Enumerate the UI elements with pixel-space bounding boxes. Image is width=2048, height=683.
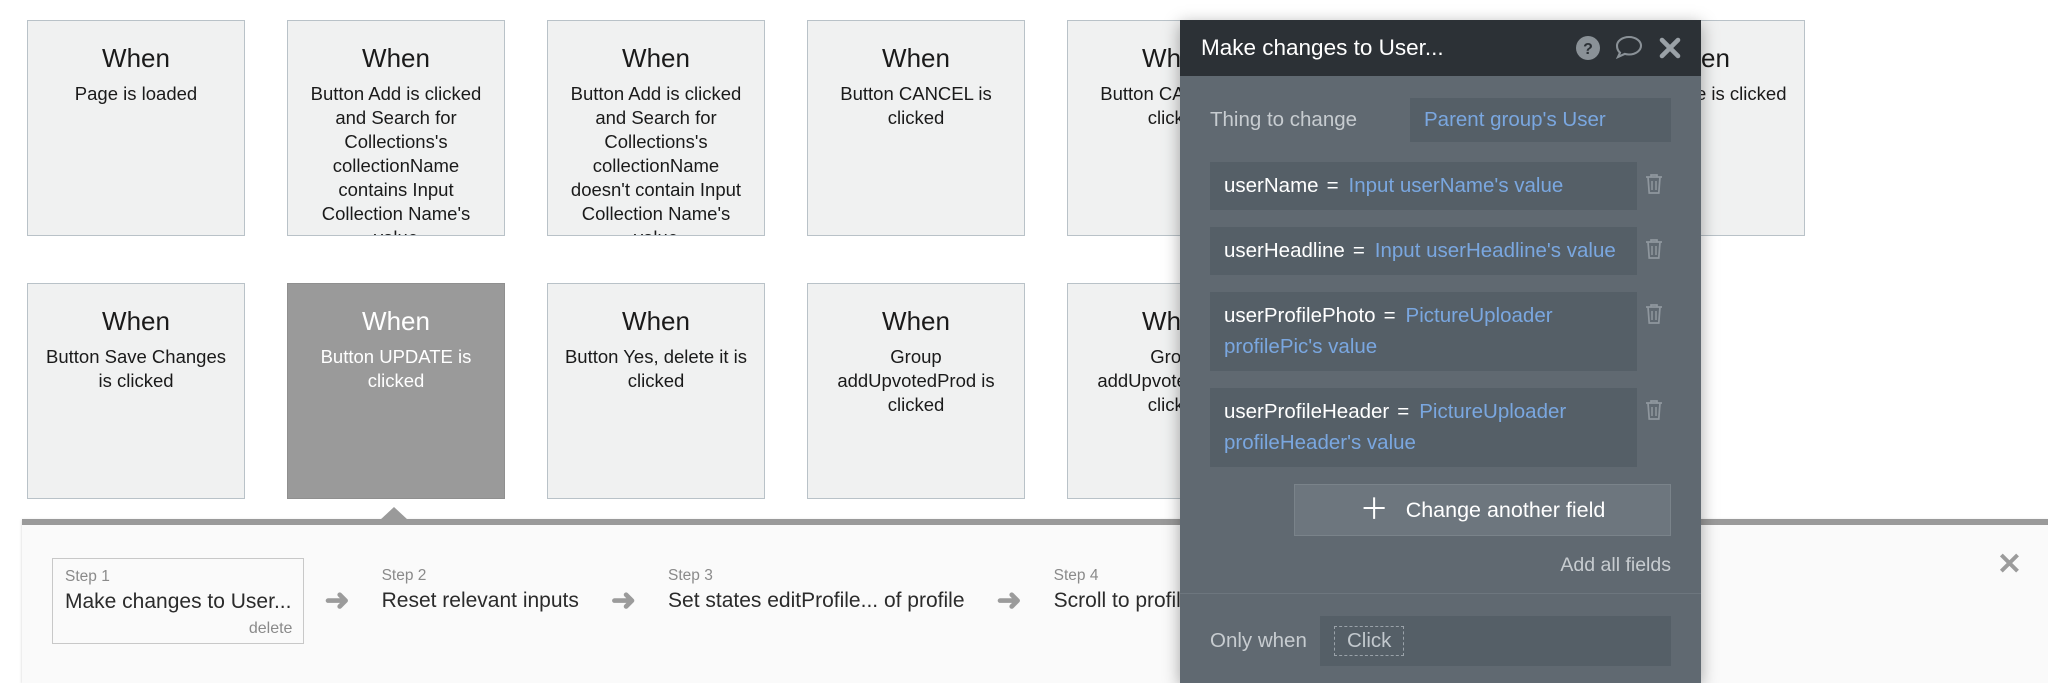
- dialog-title: Make changes to User...: [1201, 34, 1575, 62]
- event-card-description: Button CANCEL is clicked: [822, 82, 1010, 130]
- dialog-body: Thing to change Parent group's User user…: [1180, 76, 1701, 666]
- event-card-selected[interactable]: When Button UPDATE is clicked: [287, 283, 505, 499]
- field-name: userHeadline: [1224, 239, 1345, 262]
- field-value[interactable]: Input userName's value: [1349, 174, 1564, 197]
- field-change-row: userHeadline = Input userHeadline's value: [1210, 227, 1671, 275]
- delete-field-button[interactable]: [1637, 388, 1671, 422]
- event-card-title: When: [822, 306, 1010, 336]
- comment-icon[interactable]: [1615, 35, 1643, 61]
- workflow-step-1[interactable]: Step 1 Make changes to User... delete: [52, 558, 304, 644]
- event-card-description: Button Add is clicked and Search for Col…: [562, 82, 750, 236]
- field-change-chip[interactable]: userProfileHeader=PictureUploader profil…: [1210, 388, 1637, 467]
- event-card[interactable]: When Group addUpvotedProd is clicked: [807, 283, 1025, 499]
- delete-field-button[interactable]: [1637, 227, 1671, 261]
- make-changes-dialog: Make changes to User... ?: [1180, 20, 1701, 683]
- plus-icon: ＋: [1360, 496, 1389, 525]
- field-change-chip[interactable]: userProfilePhoto=PictureUploader profile…: [1210, 292, 1637, 371]
- event-card[interactable]: When Button Add is clicked and Search fo…: [547, 20, 765, 236]
- event-card-title: When: [822, 43, 1010, 73]
- event-cards-canvas: When Page is loaded When Button Add is c…: [0, 0, 2048, 520]
- event-card-title: When: [302, 306, 490, 336]
- workflow-step-label: Set states editProfile... of profile: [668, 588, 964, 614]
- field-change-row: userProfilePhoto=PictureUploader profile…: [1210, 292, 1671, 371]
- field-name: userName: [1224, 174, 1319, 197]
- event-card-description: Button Yes, delete it is clicked: [562, 345, 750, 393]
- dialog-header-icons: ?: [1575, 35, 1683, 61]
- workflow-step-2[interactable]: Step 2 Reset relevant inputs: [370, 558, 591, 644]
- workflow-step-delete-link[interactable]: delete: [249, 620, 293, 638]
- svg-text:?: ?: [1583, 41, 1593, 58]
- thing-to-change-value[interactable]: Parent group's User: [1410, 98, 1671, 142]
- close-icon[interactable]: ✕: [1997, 550, 2022, 580]
- change-another-field-button[interactable]: ＋ Change another field: [1294, 484, 1671, 536]
- delete-field-button[interactable]: [1637, 292, 1671, 326]
- field-changes-list: userName = Input userName's value userHead…: [1180, 142, 1701, 467]
- event-card-title: When: [562, 43, 750, 73]
- arrow-right-icon: ➜: [611, 586, 636, 616]
- trash-icon: [1643, 302, 1665, 326]
- event-card[interactable]: When Button Add is clicked and Search fo…: [287, 20, 505, 236]
- event-card[interactable]: When Button CANCEL is clicked: [807, 20, 1025, 236]
- workflow-step-3[interactable]: Step 3 Set states editProfile... of prof…: [656, 558, 976, 644]
- selected-card-pointer: [380, 507, 408, 520]
- trash-icon: [1643, 237, 1665, 261]
- field-change-row: userName = Input userName's value: [1210, 162, 1671, 210]
- add-all-fields-link[interactable]: Add all fields: [1180, 536, 1701, 593]
- workflow-step-number: Step 2: [382, 566, 579, 586]
- event-card-description: Group addUpvotedProd is clicked: [822, 345, 1010, 417]
- workflow-editor-screen: When Page is loaded When Button Add is c…: [0, 0, 2048, 683]
- field-name: userProfileHeader: [1224, 400, 1389, 423]
- thing-to-change-label: Thing to change: [1210, 108, 1410, 132]
- field-operator: =: [1384, 304, 1396, 327]
- field-change-chip[interactable]: userHeadline = Input userHeadline's value: [1210, 227, 1637, 275]
- thing-to-change-row: Thing to change Parent group's User: [1180, 76, 1701, 142]
- workflow-step-number: Step 1: [65, 567, 291, 587]
- event-card-description: Button Save Changes is clicked: [42, 345, 230, 393]
- event-card-title: When: [562, 306, 750, 336]
- event-card-title: When: [42, 43, 230, 73]
- only-when-value-box[interactable]: Click: [1320, 616, 1671, 666]
- field-operator: =: [1397, 400, 1409, 423]
- event-card-title: When: [302, 43, 490, 73]
- event-card-description: Button Add is clicked and Search for Col…: [302, 82, 490, 236]
- workflow-step-label: Scroll to profile: [1054, 588, 1193, 614]
- workflow-step-number: Step 4: [1054, 566, 1193, 586]
- arrow-right-icon: ➜: [324, 586, 349, 616]
- trash-icon: [1643, 398, 1665, 422]
- only-when-label: Only when: [1210, 629, 1320, 653]
- field-operator: =: [1353, 239, 1365, 262]
- help-icon[interactable]: ?: [1575, 35, 1601, 61]
- event-card-description: Button UPDATE is clicked: [302, 345, 490, 393]
- only-when-row: Only when Click: [1180, 594, 1701, 666]
- change-another-field-label: Change another field: [1406, 498, 1606, 523]
- event-card-title: When: [42, 306, 230, 336]
- workflow-step-number: Step 3: [668, 566, 964, 586]
- event-card[interactable]: When Page is loaded: [27, 20, 245, 236]
- event-card-description: Page is loaded: [42, 82, 230, 106]
- close-icon[interactable]: [1657, 35, 1683, 61]
- workflow-step-label: Reset relevant inputs: [382, 588, 579, 614]
- only-when-placeholder[interactable]: Click: [1334, 626, 1404, 656]
- delete-field-button[interactable]: [1637, 162, 1671, 196]
- field-change-row: userProfileHeader=PictureUploader profil…: [1210, 388, 1671, 467]
- field-operator: =: [1327, 174, 1339, 197]
- workflow-steps-panel: Step 1 Make changes to User... delete ➜ …: [22, 519, 2048, 683]
- field-change-chip[interactable]: userName = Input userName's value: [1210, 162, 1637, 210]
- field-value[interactable]: Input userHeadline's value: [1375, 239, 1616, 262]
- event-card[interactable]: When Button Yes, delete it is clicked: [547, 283, 765, 499]
- dialog-header: Make changes to User... ?: [1180, 20, 1701, 76]
- arrow-right-icon: ➜: [997, 586, 1022, 616]
- event-card[interactable]: When Button Save Changes is clicked: [27, 283, 245, 499]
- trash-icon: [1643, 172, 1665, 196]
- workflow-step-label: Make changes to User...: [65, 589, 291, 615]
- field-name: userProfilePhoto: [1224, 304, 1376, 327]
